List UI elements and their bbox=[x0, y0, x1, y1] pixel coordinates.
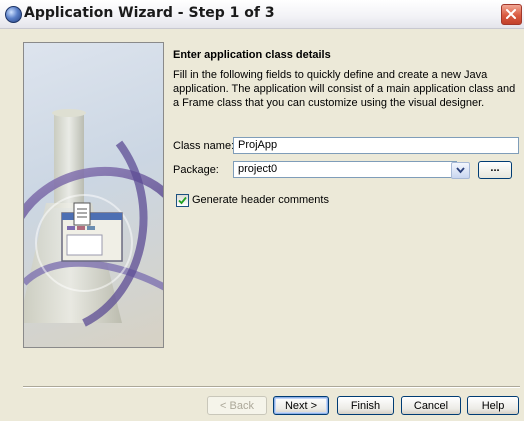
title-bar: Application Wizard - Step 1 of 3 bbox=[0, 0, 524, 29]
button-separator bbox=[23, 386, 520, 388]
chevron-down-icon bbox=[456, 167, 465, 174]
cancel-button[interactable]: Cancel bbox=[401, 396, 461, 415]
generate-comments-label[interactable]: Generate header comments bbox=[192, 194, 329, 206]
window-title: Application Wizard - Step 1 of 3 bbox=[24, 5, 275, 21]
checkmark-icon bbox=[178, 196, 187, 205]
wizard-app-icon bbox=[5, 6, 22, 23]
package-combo-field[interactable]: project0 bbox=[233, 161, 457, 178]
class-name-field[interactable]: ProjApp bbox=[233, 137, 519, 154]
finish-button[interactable]: Finish bbox=[337, 396, 394, 415]
application-illustration bbox=[24, 109, 163, 327]
package-label: Package: bbox=[173, 164, 219, 176]
back-button[interactable]: < Back bbox=[207, 396, 267, 415]
class-name-label: Class name: bbox=[173, 140, 235, 152]
step-description: Fill in the following fields to quickly … bbox=[173, 69, 516, 109]
help-button[interactable]: Help bbox=[467, 396, 519, 415]
close-button[interactable] bbox=[501, 4, 522, 25]
wizard-illustration-panel bbox=[23, 42, 164, 348]
next-button[interactable]: Next > bbox=[273, 396, 329, 415]
package-dropdown-button[interactable] bbox=[451, 162, 470, 179]
close-icon bbox=[506, 9, 516, 19]
step-heading: Enter application class details bbox=[173, 49, 331, 61]
generate-comments-checkbox[interactable] bbox=[176, 194, 189, 207]
browse-package-button[interactable]: ... bbox=[478, 161, 512, 179]
